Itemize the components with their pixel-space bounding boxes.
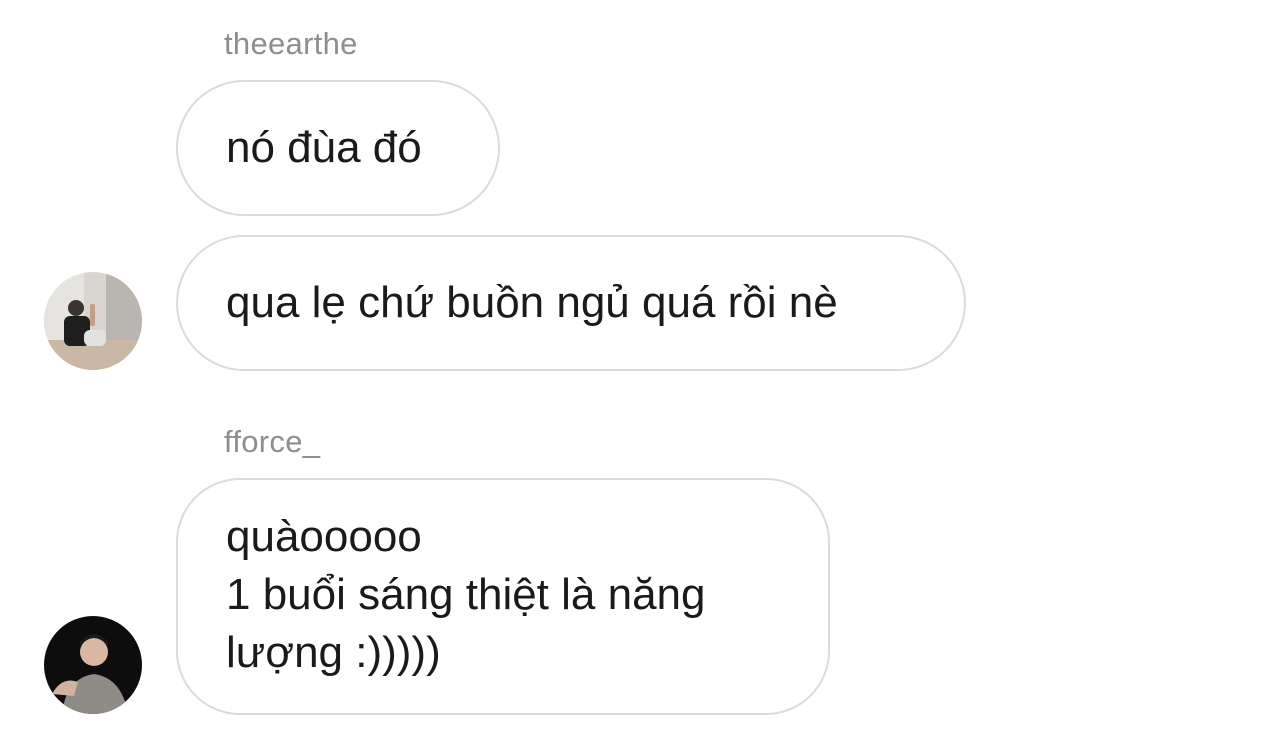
message-text-line: 1 buổi sáng thiệt là năng bbox=[226, 570, 706, 619]
sender-name: theearthe bbox=[224, 26, 358, 61]
chat-thread: theearthe nó đùa đó qua lẹ chứ buồn ngủ … bbox=[0, 0, 1284, 753]
message-text: qua lẹ chứ buồn ngủ quá rồi nè bbox=[226, 278, 838, 327]
message-bubble[interactable]: qua lẹ chứ buồn ngủ quá rồi nè bbox=[176, 235, 966, 371]
avatar-photo-icon bbox=[44, 272, 142, 370]
sender-name: fforce_ bbox=[224, 424, 321, 459]
user-avatar-icon[interactable] bbox=[44, 272, 142, 370]
message-bubble[interactable]: quàooooo 1 buổi sáng thiệt là năng lượng… bbox=[176, 478, 830, 715]
avatar-photo-icon bbox=[44, 616, 142, 714]
message-text-line: quàooooo bbox=[226, 512, 422, 561]
message-text: nó đùa đó bbox=[226, 123, 422, 172]
message-text-line: lượng :))))) bbox=[226, 628, 441, 677]
message-bubble[interactable]: nó đùa đó bbox=[176, 80, 500, 216]
user-avatar-icon[interactable] bbox=[44, 616, 142, 714]
